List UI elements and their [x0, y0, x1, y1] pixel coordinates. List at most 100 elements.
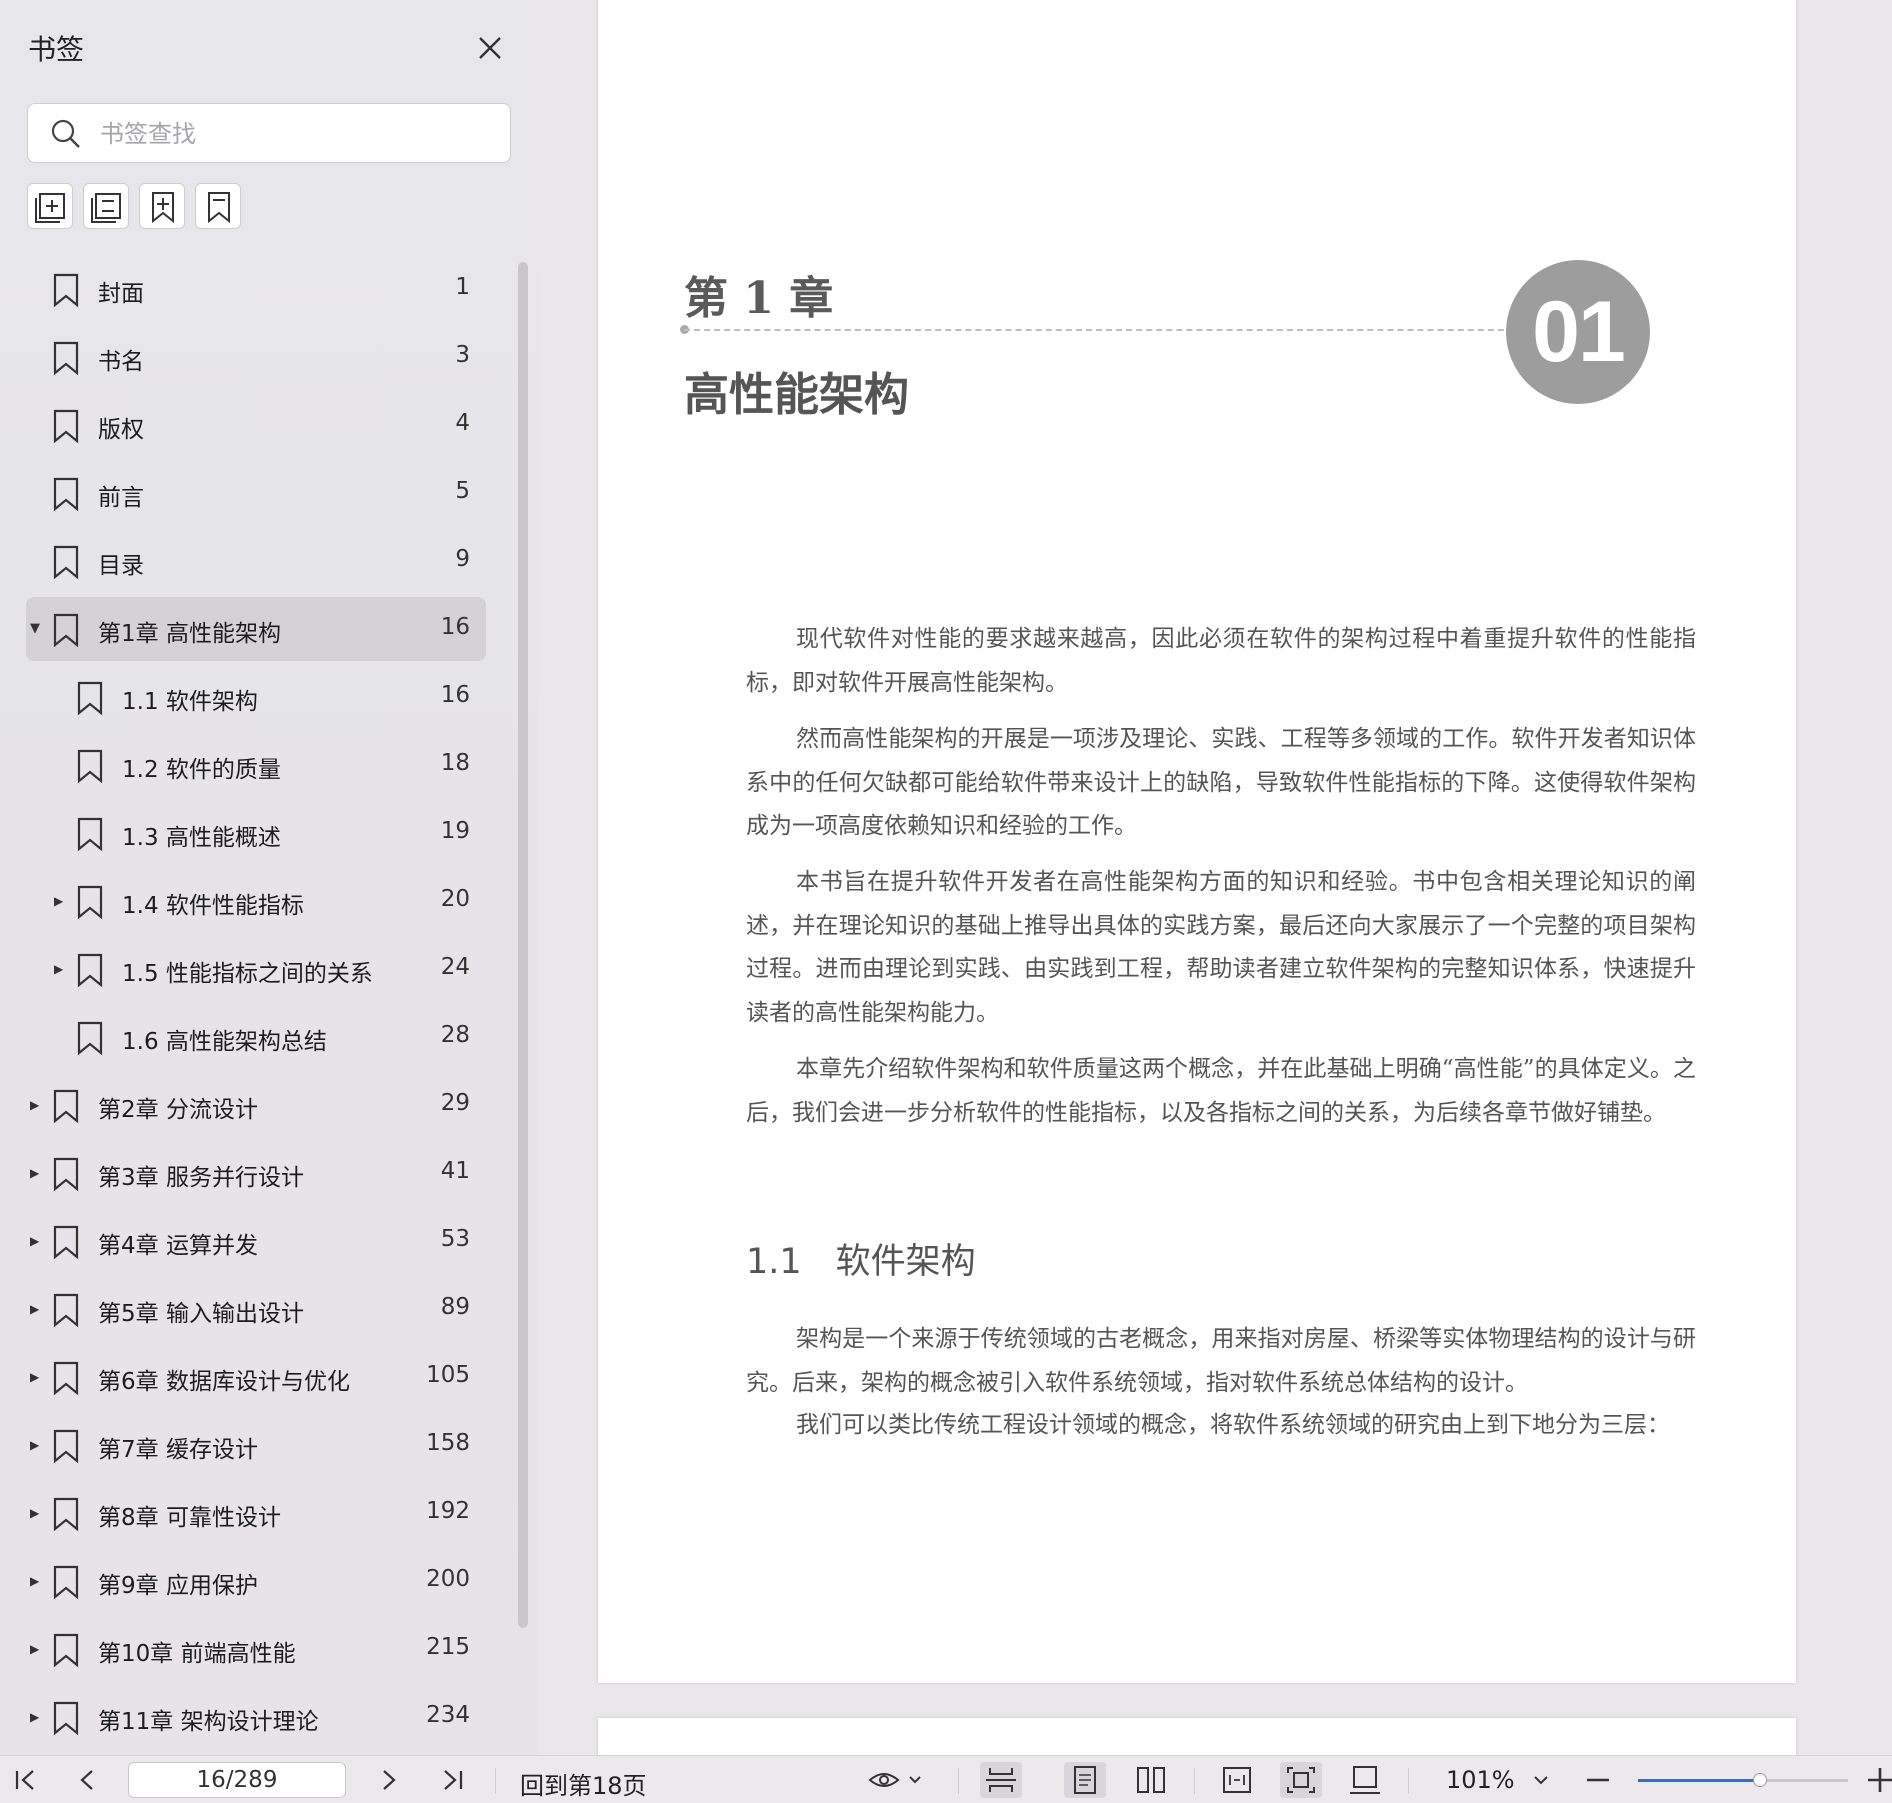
- zoom-dropdown-chevron-icon[interactable]: [1526, 1762, 1556, 1798]
- bookmark-icon: [53, 545, 79, 579]
- collapsed-arrow-icon[interactable]: ▶: [30, 1503, 44, 1523]
- collapsed-arrow-icon[interactable]: ▶: [30, 1435, 44, 1455]
- bookmark-item[interactable]: 前言 5: [26, 461, 486, 525]
- section-number: 1.1: [746, 1242, 802, 1282]
- zoom-slider[interactable]: [1638, 1773, 1848, 1787]
- collapsed-arrow-icon[interactable]: ▶: [30, 1163, 44, 1183]
- bookmark-item[interactable]: 1.6 高性能架构总结 28: [26, 1005, 486, 1069]
- bookmark-item[interactable]: ▶ 第3章 服务并行设计 41: [26, 1141, 486, 1205]
- collapsed-arrow-icon[interactable]: ▶: [30, 1707, 44, 1727]
- bookmark-item[interactable]: ▶ 第11章 架构设计理论 234: [26, 1685, 486, 1749]
- bookmark-icon: [77, 681, 103, 715]
- eye-icon[interactable]: [866, 1762, 926, 1798]
- bookmark-page-number: 28: [440, 1022, 470, 1048]
- separator: [1408, 1768, 1409, 1794]
- collapsed-arrow-icon[interactable]: ▶: [30, 1571, 44, 1591]
- expand-all-button[interactable]: [27, 183, 73, 229]
- bookmark-item[interactable]: 书名 3: [26, 325, 486, 389]
- bookmark-item[interactable]: 版权 4: [26, 393, 486, 457]
- bookmark-label: 第2章 分流设计: [98, 1097, 258, 1123]
- continuous-scroll-icon[interactable]: [980, 1762, 1022, 1798]
- bookmark-item[interactable]: 封面 1: [26, 257, 486, 321]
- page-number-input[interactable]: [128, 1762, 346, 1798]
- close-icon[interactable]: [470, 28, 510, 68]
- bookmark-icon: [77, 953, 103, 987]
- bookmark-item[interactable]: ▶ 第5章 输入输出设计 89: [26, 1277, 486, 1341]
- bookmark-page-number: 4: [455, 410, 470, 436]
- panel-title: 书签: [28, 33, 85, 66]
- zoom-out-icon[interactable]: [1580, 1762, 1616, 1798]
- zoom-level[interactable]: 101%: [1446, 1766, 1515, 1794]
- separator: [495, 1768, 496, 1794]
- collapsed-arrow-icon[interactable]: ▶: [30, 1639, 44, 1659]
- bookmark-label: 第3章 服务并行设计: [98, 1165, 304, 1191]
- bookmark-page-number: 3: [455, 342, 470, 368]
- bookmark-item[interactable]: ▼ 第1章 高性能架构 16: [26, 597, 486, 661]
- zoom-in-icon[interactable]: [1864, 1762, 1892, 1798]
- collapsed-arrow-icon[interactable]: ▶: [54, 959, 68, 979]
- collapsed-arrow-icon[interactable]: ▶: [30, 1231, 44, 1251]
- bookmark-label: 前言: [98, 485, 144, 511]
- bookmark-item[interactable]: ▶ 第9章 应用保护 200: [26, 1549, 486, 1613]
- bookmark-item[interactable]: 1.2 软件的质量 18: [26, 733, 486, 797]
- bookmark-item[interactable]: ▶ 第10章 前端高性能 215: [26, 1617, 486, 1681]
- bookmark-item[interactable]: ▶ 第7章 缓存设计 158: [26, 1413, 486, 1477]
- add-bookmark-button[interactable]: [139, 183, 185, 229]
- expanded-arrow-icon[interactable]: ▼: [30, 619, 44, 639]
- body-paragraph: 本章先介绍软件架构和软件质量这两个概念，并在此基础上明确“高性能”的具体定义。之…: [746, 1056, 1696, 1126]
- previous-page-icon[interactable]: [70, 1762, 106, 1798]
- bookmark-label: 书名: [98, 349, 144, 375]
- fit-width-icon[interactable]: [1216, 1762, 1258, 1798]
- zoom-slider-knob[interactable]: [1752, 1773, 1767, 1787]
- bookmark-page-number: 29: [440, 1090, 470, 1116]
- body-paragraph: 现代软件对性能的要求越来越高，因此必须在软件的架构过程中着重提升软件的性能指标，…: [746, 626, 1696, 696]
- bookmark-item[interactable]: ▶ 第8章 可靠性设计 192: [26, 1481, 486, 1545]
- bookmark-item[interactable]: ▶ 第6章 数据库设计与优化 105: [26, 1345, 486, 1409]
- bookmark-label: 版权: [98, 417, 144, 443]
- bookmark-item[interactable]: ▶ 1.4 软件性能指标 20: [26, 869, 486, 933]
- bookmark-page-number: 89: [440, 1294, 470, 1320]
- bookmark-label: 1.6 高性能架构总结: [122, 1029, 327, 1055]
- single-page-icon[interactable]: [1064, 1762, 1106, 1798]
- chapter-number-badge: 01: [1506, 260, 1650, 404]
- bookmark-icon: [53, 1429, 79, 1463]
- bookmark-icon: [53, 1565, 79, 1599]
- last-page-icon[interactable]: [434, 1762, 470, 1798]
- bookmark-page-number: 158: [426, 1430, 470, 1456]
- bookmark-label: 1.1 软件架构: [122, 689, 258, 715]
- bookmark-label: 1.4 软件性能指标: [122, 893, 304, 919]
- sidebar-scrollbar[interactable]: [518, 262, 528, 1628]
- collapse-all-button[interactable]: [83, 183, 129, 229]
- bookmark-item[interactable]: 1.3 高性能概述 19: [26, 801, 486, 865]
- bottom-toolbar: 回到第18页 101%: [0, 1755, 1892, 1803]
- bookmark-item[interactable]: 目录 9: [26, 529, 486, 593]
- bookmark-item[interactable]: ▶ 第4章 运算并发 53: [26, 1209, 486, 1273]
- bookmark-icon: [53, 1089, 79, 1123]
- collapsed-arrow-icon[interactable]: ▶: [30, 1299, 44, 1319]
- fit-page-icon[interactable]: [1280, 1762, 1322, 1798]
- bookmark-icon: [53, 1225, 79, 1259]
- bookmark-item[interactable]: 1.1 软件架构 16: [26, 665, 486, 729]
- bookmark-item[interactable]: ▶ 1.5 性能指标之间的关系 24: [26, 937, 486, 1001]
- bookmark-item[interactable]: ▶ 第2章 分流设计 29: [26, 1073, 486, 1137]
- first-page-icon[interactable]: [8, 1762, 44, 1798]
- chapter-divider: [684, 329, 1524, 331]
- bookmark-icon: [53, 1497, 79, 1531]
- bookmark-icon: [208, 192, 230, 224]
- bookmark-page-number: 53: [440, 1226, 470, 1252]
- bookmark-button[interactable]: [195, 183, 241, 229]
- body-paragraph: 我们可以类比传统工程设计领域的概念，将软件系统领域的研究由上到下地分为三层：: [796, 1412, 1670, 1438]
- bookmark-search-box[interactable]: [27, 103, 511, 163]
- collapsed-arrow-icon[interactable]: ▶: [30, 1367, 44, 1387]
- collapsed-arrow-icon[interactable]: ▶: [54, 891, 68, 911]
- two-page-icon[interactable]: [1130, 1762, 1172, 1798]
- bookmark-search-input[interactable]: [98, 112, 492, 156]
- bookmark-icon: [53, 1633, 79, 1667]
- collapsed-arrow-icon[interactable]: ▶: [30, 1095, 44, 1115]
- actual-size-icon[interactable]: [1344, 1762, 1386, 1798]
- back-to-page-link[interactable]: 回到第18页: [520, 1766, 647, 1801]
- bookmark-icon: [53, 477, 79, 511]
- chapter-label: 第 1 章: [684, 273, 834, 324]
- next-page-icon[interactable]: [370, 1762, 406, 1798]
- bookmark-page-number: 16: [440, 682, 470, 708]
